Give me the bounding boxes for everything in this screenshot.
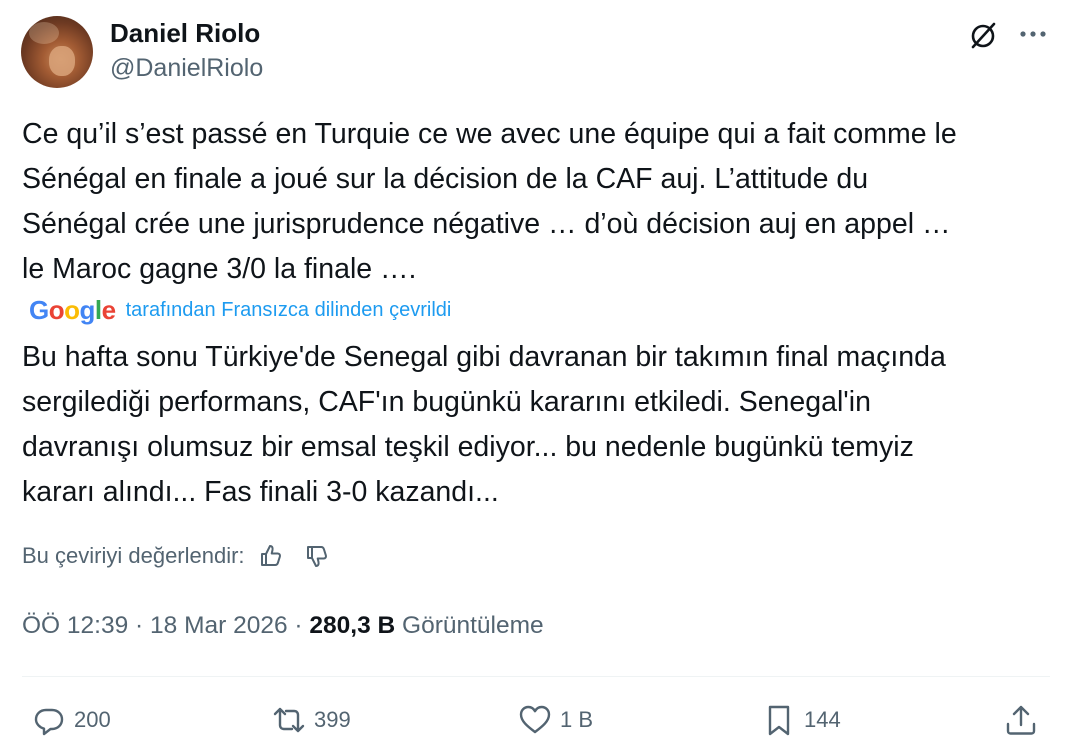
- repost-icon: [273, 707, 305, 733]
- original-line: Ce qu’il s’est passé en Turquie ce we av…: [22, 118, 957, 150]
- tweet-original-text: Ce qu’il s’est passé en Turquie ce we av…: [22, 112, 957, 292]
- tweet-meta: ÖÖ 12:39 · 18 Mar 2026 · 280,3 B Görüntü…: [22, 612, 544, 640]
- tweet-time[interactable]: ÖÖ 12:39: [22, 612, 128, 639]
- share-button[interactable]: [1004, 702, 1038, 738]
- meta-separator: ·: [294, 612, 303, 639]
- rate-translation: Bu çeviriyi değerlendir:: [22, 540, 331, 572]
- thumbs-down-icon[interactable]: [303, 542, 331, 570]
- like-icon: [519, 705, 551, 734]
- avatar[interactable]: [21, 16, 93, 88]
- bookmark-count: 144: [804, 707, 841, 732]
- reply-button[interactable]: 200: [32, 702, 111, 738]
- google-logo: Google: [29, 294, 116, 325]
- views-count[interactable]: 280,3 B: [309, 612, 395, 639]
- thumbs-up-icon[interactable]: [257, 542, 285, 570]
- like-count: 1 B: [560, 707, 594, 732]
- translated-line: sergilediği performans, CAF'ın bugünkü k…: [22, 386, 871, 418]
- like-button[interactable]: 1 B: [518, 702, 593, 738]
- original-line: Sénégal en finale a joué sur la décision…: [22, 163, 869, 195]
- original-line: le Maroc gagne 3/0 la finale ….: [22, 253, 417, 285]
- bookmark-icon: [768, 705, 790, 736]
- avatar-glare: [29, 22, 59, 44]
- share-icon: [1006, 705, 1036, 735]
- grok-icon[interactable]: [966, 18, 1000, 52]
- more-icon[interactable]: [1016, 18, 1050, 52]
- repost-count: 399: [314, 707, 351, 732]
- repost-button[interactable]: 399: [272, 702, 351, 738]
- translation-credit-text[interactable]: tarafından Fransızca dilinden çevrildi: [126, 299, 452, 322]
- original-line: Sénégal crée une jurisprudence négative …: [22, 208, 951, 240]
- tweet-date[interactable]: 18 Mar 2026: [150, 612, 288, 639]
- translated-line: Bu hafta sonu Türkiye'de Senegal gibi da…: [22, 341, 946, 373]
- author-handle[interactable]: @DanielRiolo: [110, 54, 263, 83]
- reply-count: 200: [74, 707, 111, 732]
- rate-translation-label: Bu çeviriyi değerlendir:: [22, 543, 245, 568]
- translated-line: davranışı olumsuz bir emsal teşkil ediyo…: [22, 431, 914, 463]
- reply-icon: [34, 708, 64, 736]
- divider: [22, 676, 1050, 677]
- translation-credit[interactable]: Google tarafından Fransızca dilinden çev…: [29, 295, 451, 325]
- views-label[interactable]: Görüntüleme: [402, 612, 544, 639]
- meta-separator: ·: [135, 612, 144, 639]
- bookmark-button[interactable]: 144: [762, 702, 841, 738]
- translated-line: kararı alındı... Fas finali 3-0 kazandı.…: [22, 476, 499, 508]
- author-name[interactable]: Daniel Riolo: [110, 18, 260, 49]
- tweet-translated-text: Bu hafta sonu Türkiye'de Senegal gibi da…: [22, 335, 946, 515]
- avatar-face: [49, 46, 75, 76]
